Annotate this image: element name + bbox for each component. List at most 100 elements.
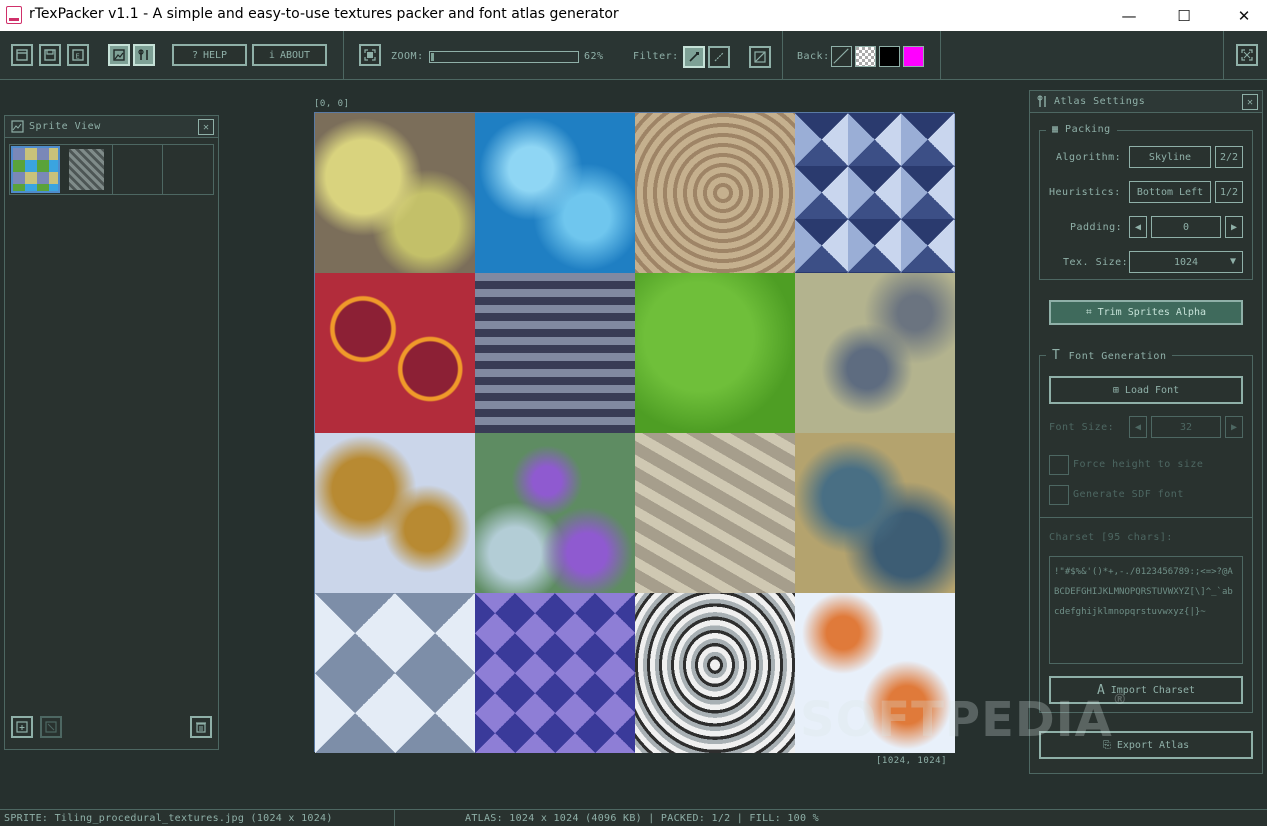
arrow-left-icon: ◀ — [1134, 421, 1142, 433]
heuristics-cycle-button[interactable]: 1/2 — [1215, 181, 1243, 203]
padding-increase-button[interactable]: ▶ — [1225, 216, 1243, 238]
filter-point-icon — [689, 52, 699, 62]
zoom-fit-button[interactable] — [359, 44, 381, 66]
watermark: SOFTPEDIA® — [800, 692, 1128, 748]
font-size-decrease-button[interactable]: ◀ — [1129, 416, 1147, 438]
font-size-label: Font Size: — [1049, 422, 1115, 433]
font-size-value[interactable]: 32 — [1151, 416, 1221, 438]
clear-sprites-button[interactable] — [190, 716, 212, 738]
tools-icon — [1037, 95, 1046, 107]
sprite-view-panel: Sprite View ✕ — [4, 115, 219, 750]
toolbar-divider — [1223, 31, 1224, 79]
atlas-settings-header: Atlas Settings ✕ — [1030, 91, 1262, 113]
tools-icon — [138, 49, 148, 60]
add-file-icon: ⊞ — [1112, 384, 1119, 396]
zoom-value: 62% — [584, 51, 604, 62]
packing-group-title: ▦ Packing — [1046, 124, 1117, 135]
remove-file-icon — [45, 721, 57, 733]
main-toolbar: E ? HELP i ABOUT ZOOM: 62% Filter: Back: — [0, 31, 1267, 80]
background-label: Back: — [797, 51, 830, 62]
load-font-label: Load Font — [1124, 384, 1180, 396]
trim-sprites-alpha-button[interactable]: ⌗ Trim Sprites Alpha — [1049, 300, 1243, 325]
atlas-settings-toggle[interactable] — [133, 44, 155, 66]
maximize-button[interactable]: ☐ — [1161, 0, 1207, 31]
image-icon — [11, 120, 24, 133]
help-button-label: HELP — [202, 49, 228, 61]
export-project-button[interactable]: E — [67, 44, 89, 66]
filter-bilinear-button[interactable] — [708, 46, 730, 68]
trim-sprites-label: Trim Sprites Alpha — [1097, 307, 1206, 318]
zoom-slider[interactable] — [429, 51, 579, 63]
background-none-swatch[interactable] — [831, 46, 852, 67]
sprite-thumbnail[interactable] — [68, 149, 104, 190]
watermark-registered-mark: ® — [1112, 692, 1128, 708]
font-generation-group-title: T Font Generation — [1046, 348, 1173, 363]
trash-icon — [196, 722, 206, 733]
atlas-tile — [475, 433, 635, 593]
new-project-button[interactable] — [11, 44, 33, 66]
image-icon — [113, 49, 125, 61]
tex-size-dropdown[interactable]: 1024 ▼ — [1129, 251, 1243, 273]
atlas-tile — [315, 113, 475, 273]
about-button-label: ABOUT — [279, 49, 311, 61]
generate-sdf-checkbox[interactable] — [1049, 485, 1069, 505]
help-icon: ? — [191, 49, 198, 61]
arrow-right-icon: ▶ — [1230, 421, 1238, 433]
tex-size-label: Tex. Size: — [1063, 257, 1129, 268]
help-button[interactable]: ? HELP — [172, 44, 247, 66]
load-font-button[interactable]: ⊞ Load Font — [1049, 376, 1243, 404]
chevron-down-icon: ▼ — [1229, 256, 1236, 267]
fit-screen-icon — [364, 49, 376, 61]
grid-icon: ▦ — [1052, 124, 1066, 135]
filter-point-button[interactable] — [683, 46, 705, 68]
app-icon — [6, 6, 22, 24]
sprite-slot-empty — [111, 145, 163, 194]
fullscreen-icon — [1241, 49, 1253, 61]
heuristics-selector[interactable]: Bottom Left — [1129, 181, 1211, 203]
sprite-thumbnail[interactable] — [11, 146, 60, 193]
algorithm-selector[interactable]: Skyline — [1129, 146, 1211, 168]
zoom-slider-fill — [431, 53, 434, 61]
atlas-tile — [475, 113, 635, 273]
atlas-canvas[interactable] — [314, 112, 955, 753]
about-button[interactable]: i ABOUT — [252, 44, 327, 66]
font-size-increase-button[interactable]: ▶ — [1225, 416, 1243, 438]
charset-label: Charset [95 chars]: — [1049, 532, 1173, 543]
background-checker-swatch[interactable] — [855, 46, 876, 67]
atlas-tile — [635, 113, 795, 273]
padding-label: Padding: — [1070, 222, 1123, 233]
atlas-tile — [475, 593, 635, 753]
padding-value[interactable]: 0 — [1151, 216, 1221, 238]
font-generation-title: Font Generation — [1068, 351, 1167, 362]
sprite-thumbnail-grid — [9, 144, 214, 195]
add-sprite-button[interactable] — [11, 716, 33, 738]
filter-bilinear-icon — [714, 52, 724, 62]
algorithm-cycle-button[interactable]: 2/2 — [1215, 146, 1243, 168]
atlas-settings-title: Atlas Settings — [1054, 96, 1146, 107]
arrow-right-icon: ▶ — [1230, 221, 1238, 233]
add-file-icon — [16, 721, 28, 733]
minimize-button[interactable]: — — [1106, 0, 1152, 31]
atlas-tile — [315, 273, 475, 433]
save-project-button[interactable] — [39, 44, 61, 66]
grid-toggle-icon — [754, 51, 766, 63]
atlas-tile — [635, 593, 795, 753]
atlas-settings-close-button[interactable]: ✕ — [1242, 94, 1258, 110]
status-atlas: ATLAS: 1024 x 1024 (4096 KB) | PACKED: 1… — [465, 813, 819, 824]
close-window-button[interactable]: ✕ — [1221, 0, 1267, 31]
sprite-view-close-button[interactable]: ✕ — [198, 119, 214, 135]
sprite-view-toggle[interactable] — [108, 44, 130, 66]
force-height-checkbox[interactable] — [1049, 455, 1069, 475]
padding-decrease-button[interactable]: ◀ — [1129, 216, 1147, 238]
atlas-tile — [315, 433, 475, 593]
fullscreen-button[interactable] — [1236, 44, 1258, 66]
generate-sdf-label: Generate SDF font — [1073, 489, 1184, 500]
status-bar: SPRITE: Tiling_procedural_textures.jpg (… — [0, 809, 1267, 826]
charset-textbox[interactable]: !"#$%&'()*+,-./0123456789:;<=>?@ABCDEFGH… — [1049, 556, 1243, 664]
background-magenta-swatch[interactable] — [903, 46, 924, 67]
background-black-swatch[interactable] — [879, 46, 900, 67]
packing-title: Packing — [1065, 124, 1111, 135]
toggle-grid-button[interactable] — [749, 46, 771, 68]
heuristics-label: Heuristics: — [1049, 187, 1121, 198]
remove-sprite-button[interactable] — [40, 716, 62, 738]
